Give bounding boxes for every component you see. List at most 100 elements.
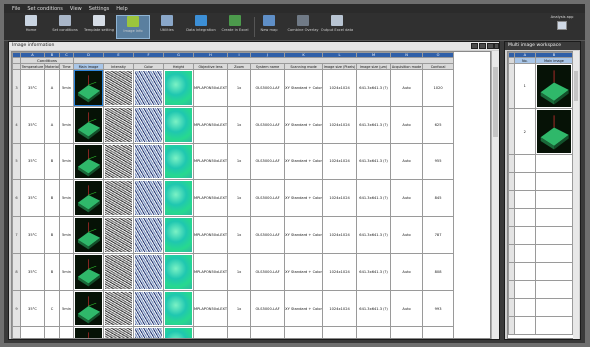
main-image-thumbnail[interactable]: [75, 328, 102, 338]
confocal-cell[interactable]: 1020: [422, 69, 455, 107]
ribbon-button[interactable]: Create in Excel: [218, 15, 252, 39]
color-thumbnail[interactable]: [135, 328, 162, 338]
panel-maximize-icon[interactable]: [487, 43, 494, 49]
menu-item[interactable]: Set conditions: [27, 6, 63, 12]
intensity-cell[interactable]: [103, 289, 134, 328]
confocal-cell[interactable]: 845: [422, 179, 455, 218]
height-cell[interactable]: [163, 105, 194, 144]
empty-cell[interactable]: [534, 171, 573, 191]
empty-cell[interactable]: [534, 225, 573, 245]
intensity-thumbnail[interactable]: [105, 144, 132, 179]
empty-cell[interactable]: [534, 243, 573, 263]
intensity-cell[interactable]: [103, 142, 134, 181]
menu-item[interactable]: File: [12, 6, 20, 12]
main-image-cell[interactable]: [73, 216, 104, 254]
main-image-cell[interactable]: [73, 252, 104, 291]
empty-cell[interactable]: [534, 189, 573, 209]
zoom-cell[interactable]: 1x: [227, 252, 252, 291]
main-image-thumbnail[interactable]: [75, 71, 102, 105]
temperature-cell[interactable]: 35°C: [20, 289, 45, 328]
main-image-cell[interactable]: [73, 179, 104, 218]
intensity-thumbnail[interactable]: [105, 291, 132, 326]
height-thumbnail[interactable]: [165, 71, 192, 105]
material-cell[interactable]: C: [44, 326, 60, 338]
empty-cell[interactable]: [513, 261, 536, 281]
material-cell[interactable]: B: [44, 216, 60, 254]
height-thumbnail[interactable]: [165, 144, 192, 179]
system-name-cell[interactable]: OLS5000-LAF: [250, 252, 286, 291]
empty-cell[interactable]: [513, 207, 536, 227]
main-image-cell[interactable]: [73, 326, 104, 338]
empty-cell[interactable]: [513, 297, 536, 317]
image-size-um-cell[interactable]: 641.3x641.3 (?): [356, 252, 392, 291]
acquisition-mode-cell[interactable]: Auto: [390, 252, 424, 291]
height-cell[interactable]: [163, 289, 194, 328]
height-cell[interactable]: [163, 142, 194, 181]
time-cell[interactable]: 5min: [59, 105, 74, 144]
empty-cell[interactable]: [534, 315, 573, 335]
intensity-cell[interactable]: [103, 326, 134, 338]
height-cell[interactable]: [163, 69, 194, 107]
scanning-mode-cell[interactable]: XY Standard + Color: [284, 142, 324, 181]
color-cell[interactable]: [133, 142, 164, 181]
confocal-cell[interactable]: 1000: [422, 326, 455, 338]
empty-cell[interactable]: [513, 315, 536, 335]
main-image-cell[interactable]: [73, 105, 104, 144]
scanning-mode-cell[interactable]: XY Standard + Color: [284, 289, 324, 328]
empty-cell[interactable]: [534, 279, 573, 299]
empty-cell[interactable]: [534, 261, 573, 281]
image-size-pixels-cell[interactable]: 1024x1024: [322, 69, 358, 107]
color-thumbnail[interactable]: [135, 218, 162, 252]
image-size-pixels-cell[interactable]: 1024x1024: [322, 289, 358, 328]
material-cell[interactable]: B: [44, 252, 60, 291]
empty-cell[interactable]: [513, 279, 536, 299]
color-thumbnail[interactable]: [135, 254, 162, 289]
image-size-pixels-cell[interactable]: 1024x1024: [322, 179, 358, 218]
scanning-mode-cell[interactable]: XY Standard + Color: [284, 216, 324, 254]
ribbon-button[interactable]: Home: [14, 15, 48, 39]
image-size-um-cell[interactable]: 641.3x641.3 (?): [356, 216, 392, 254]
analysis-app-button[interactable]: Analysis app: [547, 15, 577, 39]
objective-lens-cell[interactable]: MPLAPON50xLEXT: [192, 216, 229, 254]
color-cell[interactable]: [133, 289, 164, 328]
panel-minimize-icon[interactable]: [479, 43, 486, 49]
time-cell[interactable]: 5min: [59, 216, 74, 254]
temperature-cell[interactable]: 35°C: [20, 142, 45, 181]
height-thumbnail[interactable]: [165, 218, 192, 252]
main-image-cell[interactable]: [73, 142, 104, 181]
zoom-cell[interactable]: 1x: [227, 142, 252, 181]
material-cell[interactable]: C: [44, 289, 60, 328]
material-cell[interactable]: A: [44, 105, 60, 144]
temperature-cell[interactable]: 35°C: [20, 105, 45, 144]
acquisition-mode-cell[interactable]: Auto: [390, 216, 424, 254]
intensity-thumbnail[interactable]: [105, 181, 132, 216]
system-name-cell[interactable]: OLS5000-LAF: [250, 105, 286, 144]
time-cell[interactable]: 5min: [59, 289, 74, 328]
panel-close-icon[interactable]: [494, 43, 499, 49]
table-row[interactable]: 5 35°C B 5min MPLAPON50xLEXT 1x OLS5000-LAF XY …: [12, 142, 455, 181]
system-name-cell[interactable]: OLS5000-LAF: [250, 142, 286, 181]
intensity-cell[interactable]: [103, 179, 134, 218]
vertical-scrollbar[interactable]: [491, 51, 499, 339]
height-thumbnail[interactable]: [165, 107, 192, 142]
menu-item[interactable]: View: [70, 6, 82, 12]
image-size-pixels-cell[interactable]: 1024x1024: [322, 326, 358, 338]
intensity-cell[interactable]: [103, 252, 134, 291]
table-row[interactable]: 6 35°C B 5min MPLAPON50xLEXT 1x OLS5000-LAF XY …: [12, 179, 455, 218]
zoom-cell[interactable]: 1x: [227, 105, 252, 144]
main-image-thumbnail[interactable]: [75, 144, 102, 179]
intensity-cell[interactable]: [103, 105, 134, 144]
color-cell[interactable]: [133, 252, 164, 291]
main-image-thumbnail[interactable]: [75, 107, 102, 142]
color-cell[interactable]: [133, 326, 164, 338]
scanning-mode-cell[interactable]: XY Standard + Color: [284, 105, 324, 144]
acquisition-mode-cell[interactable]: Auto: [390, 179, 424, 218]
height-thumbnail[interactable]: [165, 291, 192, 326]
main-image-thumbnail[interactable]: [75, 291, 102, 326]
zoom-cell[interactable]: 1x: [227, 69, 252, 107]
table-row[interactable]: 4 35°C A 5min MPLAPON50xLEXT 1x OLS5000-LAF XY …: [12, 105, 455, 144]
height-thumbnail[interactable]: [165, 328, 192, 338]
height-thumbnail[interactable]: [165, 181, 192, 216]
ribbon-button[interactable]: Combine Overlay: [286, 15, 320, 39]
objective-lens-cell[interactable]: MPLAPON50xLEXT: [192, 142, 229, 181]
